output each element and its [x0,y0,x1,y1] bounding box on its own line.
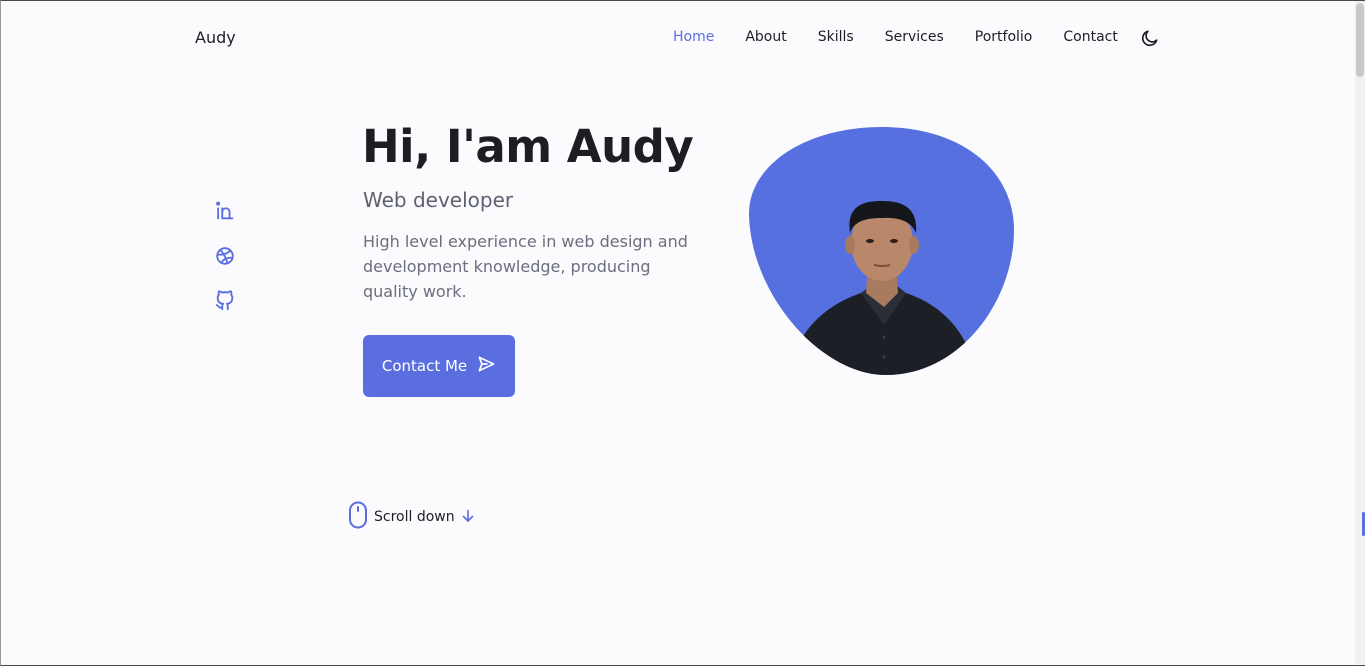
nav-contact[interactable]: Contact [1063,29,1117,45]
social-links [214,200,236,335]
main-nav: Home About Skills Services Portfolio Con… [673,29,1149,45]
github-icon[interactable] [214,290,236,312]
dribbble-icon[interactable] [214,245,236,267]
mouse-icon [348,501,368,533]
nav-about[interactable]: About [745,29,786,45]
nav-home[interactable]: Home [673,29,714,45]
nav-portfolio[interactable]: Portfolio [975,29,1033,45]
contact-me-label: Contact Me [381,357,468,375]
arrow-down-icon [462,508,474,527]
scroll-down-link[interactable]: Scroll down [348,501,474,533]
logo[interactable]: Audy [195,28,236,47]
hero-title: Hi, I'am Audy [362,120,694,173]
scrollbar-thumb[interactable] [1356,3,1364,77]
nav-skills[interactable]: Skills [818,29,854,45]
send-icon [476,354,496,378]
page-scrollbar[interactable] [1355,1,1365,665]
contact-me-button[interactable]: Contact Me [363,335,515,397]
linkedin-icon[interactable] [214,200,236,222]
nav-services[interactable]: Services [885,29,944,45]
page: Audy Home About Skills Services Portfoli… [0,0,1365,666]
moon-icon[interactable] [1140,28,1160,48]
header: Audy Home About Skills Services Portfoli… [1,1,1356,73]
hero-subtitle: Web developer [363,188,514,212]
hero-description: High level experience in web design and … [363,232,688,301]
scroll-down-label: Scroll down [374,509,455,525]
profile-blob [746,125,1018,379]
